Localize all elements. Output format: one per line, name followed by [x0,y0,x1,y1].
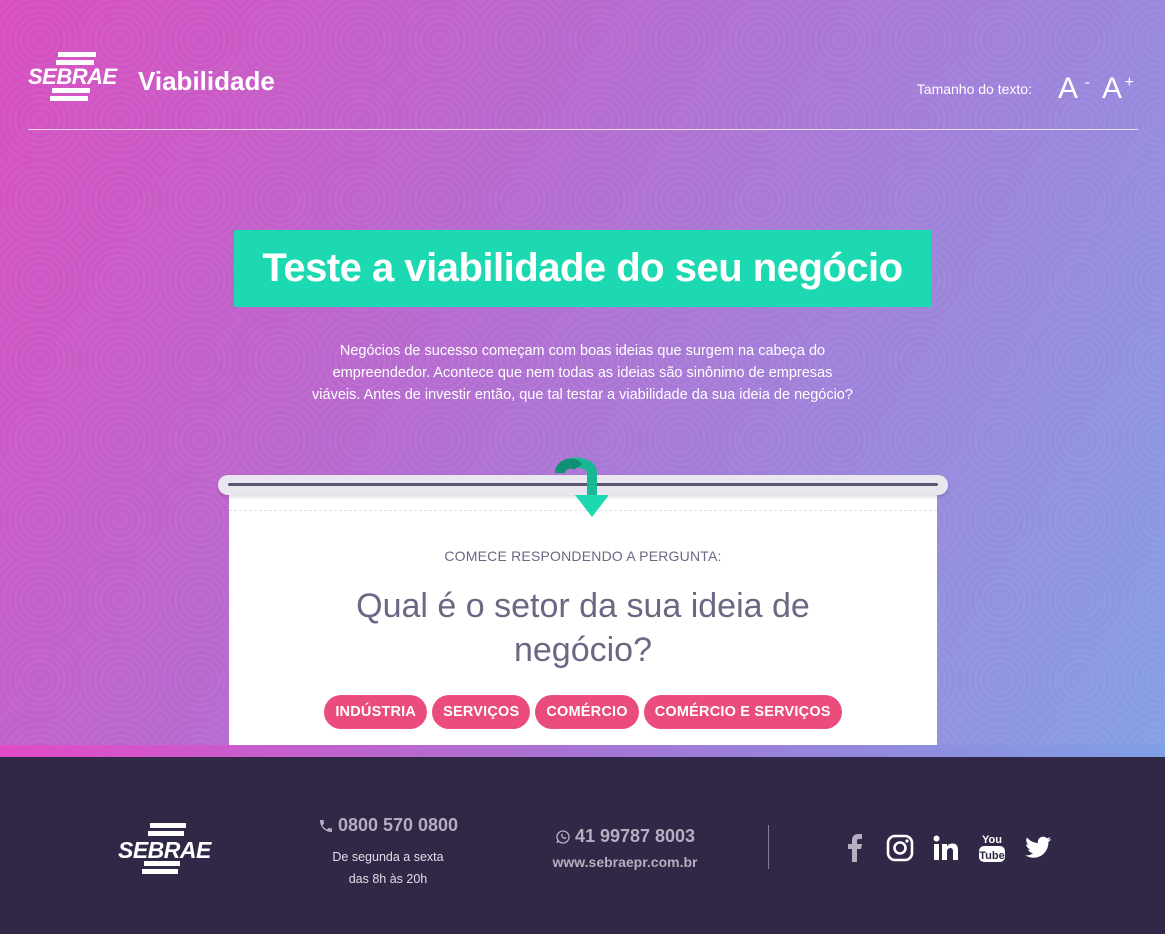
text-size-label: Tamanho do texto: [916,81,1032,97]
hero-section: SEBRAE Viabilidade Tamanho do texto: A- … [0,0,1165,745]
footer-whatsapp-block: 41 99787 8003 www.sebraepr.com.br [540,826,710,870]
down-arrow-icon [555,457,608,517]
increase-text-button[interactable]: A + [1102,72,1134,106]
option-industria-button[interactable]: INDÚSTRIA [324,695,428,729]
footer-logo-text: SEBRAE [118,837,211,863]
question-prompt: COMECE RESPONDENDO A PERGUNTA: [444,548,722,564]
logo-text: SEBRAE [28,64,117,89]
footer: SEBRAE 0800 570 0800 De segunda a sexta … [0,757,1165,934]
footer-sebrae-logo[interactable]: SEBRAE [118,823,218,875]
option-servicos-button[interactable]: SERVIÇOS [432,695,531,729]
headline-box: Teste a viabilidade do seu negócio [234,230,931,307]
social-links: You Tube [838,832,1054,864]
footer-divider [768,825,769,869]
hours-line-2: das 8h às 20h [348,872,428,886]
phone-number[interactable]: 0800 570 0800 [338,815,458,836]
phone-icon [319,819,332,832]
svg-text:You: You [982,834,1002,846]
top-bar: SEBRAE Viabilidade Tamanho do texto: A- … [28,50,1138,130]
svg-text:Tube: Tube [979,850,1004,862]
whatsapp-icon [556,829,570,844]
whatsapp-number[interactable]: 41 99787 8003 [575,826,695,847]
intro-text: Negócios de sucesso começam com boas ide… [312,343,853,403]
footer-phone-block: 0800 570 0800 De segunda a sexta das 8h … [300,815,476,890]
option-comercio-button[interactable]: COMÉRCIO [535,695,639,729]
question-card: COMECE RESPONDENDO A PERGUNTA: Qual é o … [229,494,937,745]
twitter-icon[interactable] [1022,832,1054,864]
instagram-icon[interactable] [884,832,916,864]
linkedin-icon[interactable] [930,832,962,864]
app-name: Viabilidade [138,66,275,96]
text-size-control: Tamanho do texto: A- A + [917,72,1134,106]
facebook-icon[interactable] [838,832,870,864]
website-link[interactable]: www.sebraepr.com.br [540,854,710,870]
decrease-text-button[interactable]: A- [1058,72,1090,106]
option-comercio-servicos-button[interactable]: COMÉRCIO E SERVIÇOS [643,695,842,729]
accent-strip [0,745,1165,757]
sector-options: INDÚSTRIA SERVIÇOS COMÉRCIO COMÉRCIO E S… [229,695,937,729]
hours-line-1: De segunda a sexta [332,850,444,864]
sebrae-logo-mark: SEBRAE [28,50,124,106]
question-title: Qual é o setor da sua ideia de negócio? [356,587,810,669]
sebrae-logo[interactable]: SEBRAE [28,50,124,106]
youtube-icon[interactable]: You Tube [976,832,1008,864]
page-title: Teste a viabilidade do seu negócio [262,246,903,290]
